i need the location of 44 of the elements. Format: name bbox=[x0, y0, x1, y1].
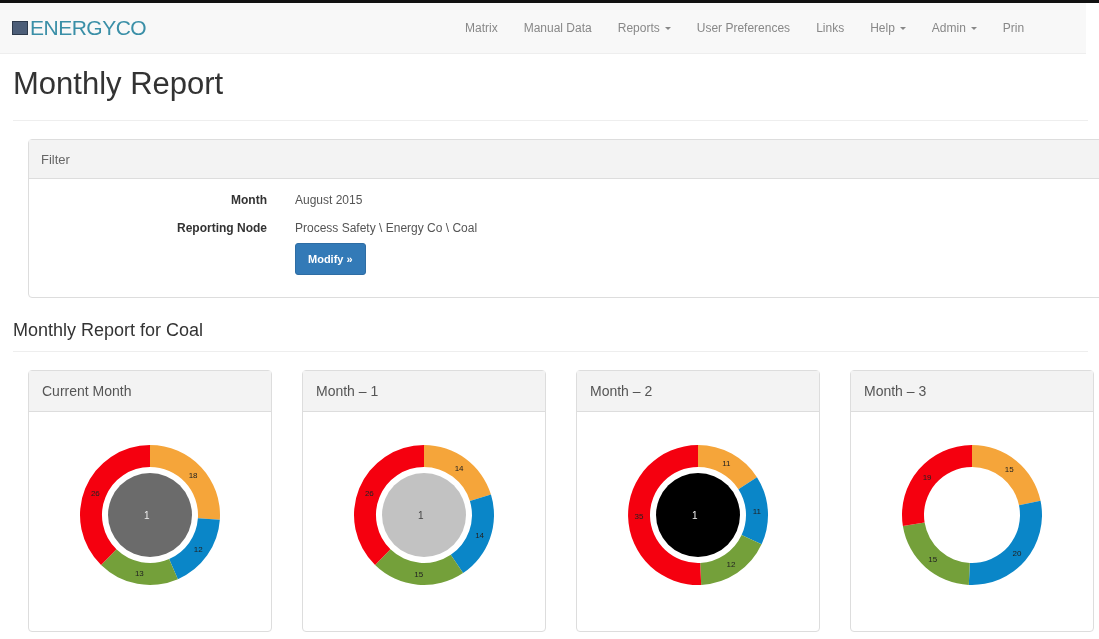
nav-link[interactable]: User Preferences bbox=[683, 21, 804, 35]
center-label: 1 bbox=[418, 510, 424, 521]
slice-label: 18 bbox=[188, 470, 198, 480]
slice-label: 12 bbox=[726, 559, 736, 569]
nav-link[interactable]: Reports bbox=[604, 21, 684, 35]
nav-link[interactable]: Help bbox=[857, 21, 919, 35]
card-title: Current Month bbox=[42, 383, 132, 399]
page-title: Monthly Report bbox=[13, 66, 1088, 121]
card-title: Month – 1 bbox=[316, 383, 379, 399]
modify-button[interactable]: Modify » bbox=[295, 243, 366, 275]
field-value: August 2015 bbox=[295, 193, 363, 207]
slice-label: 15 bbox=[414, 569, 424, 579]
slice-label: 14 bbox=[454, 463, 464, 473]
slice-label: 11 bbox=[722, 459, 731, 469]
slice-label: 15 bbox=[928, 555, 938, 564]
center-label: 1 bbox=[692, 510, 698, 521]
slice-label: 26 bbox=[90, 488, 100, 498]
slice-label: 26 bbox=[364, 488, 374, 498]
field-value: Process Safety \ Energy Co \ Coal bbox=[295, 221, 478, 235]
nav-link[interactable]: Prin bbox=[989, 21, 1038, 35]
field-label: Month bbox=[230, 193, 267, 207]
nav-link[interactable]: Manual Data bbox=[510, 21, 605, 35]
card-title: Month – 3 bbox=[864, 383, 927, 399]
slice-label: 14 bbox=[475, 530, 485, 540]
logo-icon bbox=[12, 21, 28, 35]
center-label: 1 bbox=[144, 510, 150, 521]
caret-icon bbox=[664, 26, 671, 30]
caret-icon bbox=[970, 26, 977, 30]
caret-icon bbox=[899, 26, 906, 30]
slice-label: 15 bbox=[1004, 465, 1014, 475]
slice-label: 19 bbox=[922, 472, 932, 482]
section-title: Monthly Report for Coal bbox=[13, 320, 1088, 352]
slice-label: 13 bbox=[134, 569, 144, 578]
nav-link[interactable]: Admin bbox=[918, 21, 990, 35]
brand-name[interactable]: ENERGYCO bbox=[30, 16, 147, 40]
panel-title: Filter bbox=[41, 151, 70, 167]
slice-label: 20 bbox=[1012, 549, 1022, 559]
card-title: Month – 2 bbox=[590, 383, 653, 399]
nav-link[interactable]: Links bbox=[803, 21, 858, 35]
slice-label: 35 bbox=[634, 512, 644, 522]
slice-label: 12 bbox=[193, 545, 203, 554]
field-label: Reporting Node bbox=[176, 221, 267, 235]
nav-link[interactable]: Matrix bbox=[452, 21, 511, 35]
slice-label: 11 bbox=[752, 506, 761, 516]
